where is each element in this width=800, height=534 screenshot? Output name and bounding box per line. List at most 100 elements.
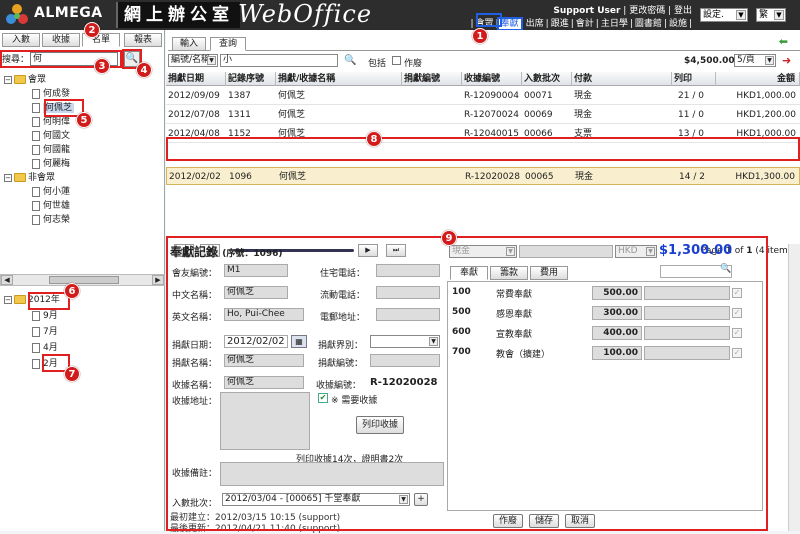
tree-item[interactable]: 何志榮: [32, 214, 70, 226]
home-phone-field[interactable]: [376, 264, 440, 277]
item-checkbox[interactable]: ✓: [732, 348, 742, 358]
remark-field[interactable]: [220, 462, 444, 486]
col-print[interactable]: 列印: [672, 72, 716, 86]
col-payment[interactable]: 付款: [572, 72, 672, 86]
table-row[interactable]: 2012/07/08 1311 何佩芝 R-12070024 00069 現金 11 / 0…: [166, 106, 800, 124]
back-arrow-icon[interactable]: ⬅: [779, 35, 788, 48]
table-row[interactable]: 2012/04/08 1152 何佩芝 R-12040015 00066 支票 13 / 0…: [166, 125, 800, 143]
date-field[interactable]: 2012/02/02: [224, 335, 288, 348]
collapse-icon[interactable]: −: [4, 295, 12, 304]
tree-item[interactable]: 9月: [32, 310, 58, 322]
item-checkbox[interactable]: ✓: [732, 308, 742, 318]
menu-followup[interactable]: 跟進: [549, 19, 571, 29]
col-serial[interactable]: 記錄序號: [226, 72, 276, 86]
donation-no-field[interactable]: [370, 354, 440, 367]
en-name-field[interactable]: Ho, Pui-Chee: [224, 308, 304, 321]
tree-node-non-members[interactable]: − 非會眾: [4, 172, 55, 184]
tree-item[interactable]: 何麗梅: [32, 158, 70, 170]
item-remark[interactable]: [644, 346, 730, 360]
currency-type-select[interactable]: 現金 ▼: [449, 245, 517, 258]
currency-select[interactable]: HKD ▼: [615, 245, 657, 258]
menu-accounting[interactable]: 會計: [574, 19, 596, 29]
tree-item[interactable]: 何世雄: [32, 200, 70, 212]
void-checkbox[interactable]: [392, 56, 401, 65]
list-item[interactable]: 700 教會（擴建） 100.00 ✓: [448, 344, 764, 364]
item-checkbox[interactable]: ✓: [732, 288, 742, 298]
item-amount[interactable]: 400.00: [592, 326, 642, 340]
tree-item[interactable]: 何小蓮: [32, 186, 70, 198]
tab-fundraising[interactable]: 籌款: [490, 266, 528, 280]
cancel-button[interactable]: 取消: [565, 514, 595, 528]
detail-vertical-scrollbar[interactable]: [788, 244, 800, 531]
tree-item[interactable]: 何成發: [32, 88, 70, 100]
tree-item[interactable]: 4月: [32, 342, 58, 354]
col-date[interactable]: 捐獻日期: [166, 72, 226, 86]
search-icon[interactable]: 🔍: [344, 55, 356, 66]
page-size-select[interactable]: 5/頁 ▼: [734, 54, 776, 67]
menu-attendance[interactable]: 出席: [524, 19, 546, 29]
search-icon[interactable]: 🔍: [720, 264, 731, 274]
tab-query[interactable]: 查詢: [210, 37, 246, 51]
list-item[interactable]: 100 常費奉獻 500.00 ✓: [448, 284, 764, 304]
settings-select[interactable]: 設定. ▼: [700, 8, 748, 22]
tree-item[interactable]: 何國文: [32, 130, 70, 142]
col-donation-no[interactable]: 捐獻編號: [402, 72, 462, 86]
table-row[interactable]: 2012/09/09 1387 何佩芝 R-12090004 00071 現金 21 / 0…: [166, 87, 800, 105]
tab-deposit[interactable]: 入數: [2, 33, 40, 47]
logout-link[interactable]: 登出: [674, 6, 692, 16]
menu-facilities[interactable]: 設施: [667, 19, 689, 29]
tree-item-selected[interactable]: 何佩芝: [32, 102, 75, 114]
menu-library[interactable]: 圖書館: [633, 19, 664, 29]
filter-field-select[interactable]: 編號/名稱 ▼: [168, 54, 218, 67]
item-amount[interactable]: 500.00: [592, 286, 642, 300]
void-button[interactable]: 作廢: [493, 514, 523, 528]
tree-node-year[interactable]: − 2012年: [4, 294, 60, 306]
scroll-left-icon[interactable]: ◀: [1, 275, 13, 285]
col-amount[interactable]: 金額: [716, 72, 800, 86]
email-field[interactable]: [376, 308, 440, 321]
item-remark[interactable]: [644, 306, 730, 320]
calendar-icon[interactable]: ▦: [291, 335, 307, 348]
save-button[interactable]: 儲存: [529, 514, 559, 528]
scroll-thumb[interactable]: [49, 276, 119, 284]
item-amount[interactable]: 100.00: [592, 346, 642, 360]
collapse-icon[interactable]: −: [4, 173, 12, 182]
member-no-field[interactable]: M1: [224, 264, 288, 277]
donor-field[interactable]: 何佩芝: [224, 354, 304, 367]
tab-fees[interactable]: 費用: [530, 266, 568, 280]
mobile-field[interactable]: [376, 286, 440, 299]
last-page-button[interactable]: ⏭: [386, 244, 406, 257]
filter-value-input[interactable]: 小: [220, 54, 338, 67]
export-icon[interactable]: ➜: [782, 54, 791, 67]
tree-horizontal-scrollbar[interactable]: ◀ ▶: [0, 274, 165, 286]
cn-name-field[interactable]: 何佩芝: [224, 286, 288, 299]
receipt-address-field[interactable]: [220, 392, 310, 450]
item-remark[interactable]: [644, 286, 730, 300]
col-name[interactable]: 捐獻/收據名稱: [276, 72, 402, 86]
need-receipt-checkbox[interactable]: ✔: [318, 393, 328, 403]
batch-select[interactable]: 2012/03/04 - [00065] 千堂奉獻 ▼: [222, 493, 410, 506]
item-remark[interactable]: [644, 326, 730, 340]
scroll-right-icon[interactable]: ▶: [152, 275, 164, 285]
col-receipt-no[interactable]: 收據編號: [462, 72, 522, 86]
amount-input[interactable]: [519, 245, 613, 258]
collapse-icon[interactable]: −: [4, 75, 12, 84]
tree-item-selected[interactable]: 2月: [32, 358, 58, 370]
table-row-selected[interactable]: 2012/02/02 1096 何佩芝 R-12020028 00065 現金 14 / 2…: [166, 167, 800, 185]
tab-receipt[interactable]: 收據: [42, 33, 80, 47]
item-amount[interactable]: 300.00: [592, 306, 642, 320]
tree-item[interactable]: 何國龍: [32, 144, 70, 156]
list-item[interactable]: 500 感恩奉獻 300.00 ✓: [448, 304, 764, 324]
tab-input[interactable]: 輸入: [172, 37, 206, 51]
menu-sunday-school[interactable]: 主日學: [599, 19, 630, 29]
tree-item[interactable]: 何明偉: [32, 116, 70, 128]
menu-donation[interactable]: 奉獻: [496, 17, 523, 31]
receipt-name-field[interactable]: 何佩芝: [224, 376, 304, 389]
print-receipt-button[interactable]: 列印收據: [356, 416, 404, 434]
tree-node-members[interactable]: − 會眾: [4, 74, 46, 86]
tab-donation[interactable]: 奉獻: [450, 266, 488, 280]
type-select[interactable]: ▼: [370, 335, 440, 348]
list-item[interactable]: 600 宣教奉獻 400.00 ✓: [448, 324, 764, 344]
tree-item[interactable]: 7月: [32, 326, 58, 338]
item-checkbox[interactable]: ✓: [732, 328, 742, 338]
